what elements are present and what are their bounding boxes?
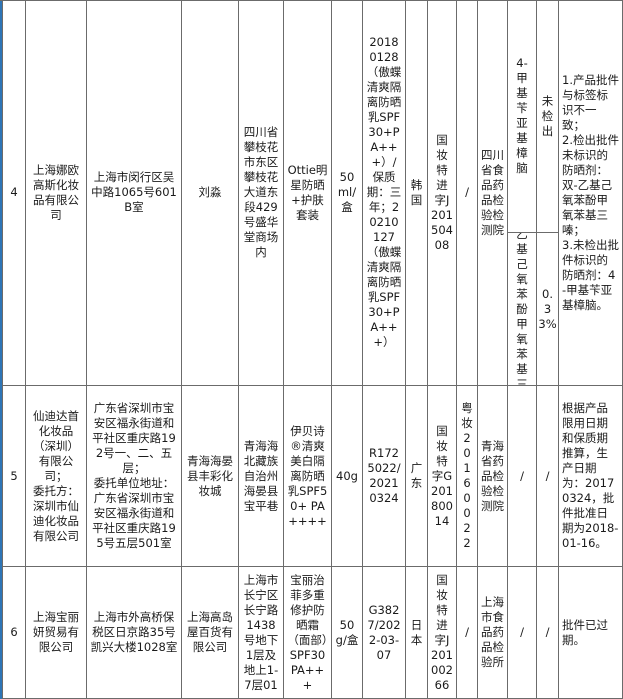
remark-cell: 1.产品批件与标签标识不一致； 2.检出批件未标识的防晒剂：双-乙基己氧苯酚甲氧… — [559, 0, 623, 386]
license-cell: 国妆特进字J20150408 — [428, 0, 457, 386]
table-row-6: 6 — [3, 567, 26, 699]
permit-cell: 粤妆20160022 — [457, 386, 478, 567]
company-address-cell: 上海市闵行区吴中路1065号601B室 — [87, 0, 182, 386]
test-item-cell: 双-乙基己氧苯酚甲氧苯基三嗪 — [508, 233, 537, 386]
row-number: 4 — [10, 185, 18, 199]
license-cell: 国妆特字G20180014 — [428, 386, 457, 567]
origin-cell: 广东 — [406, 386, 428, 567]
remark-cell: 根据产品限用日期和保质期推算，生产日期为：20170324，批件批准日期为201… — [559, 386, 623, 567]
company-address-cell: 上海市外高桥保税区日京路35号凯兴大楼1028室 — [87, 567, 182, 699]
origin-cell: 日本 — [406, 567, 428, 699]
sampling-address-cell: 青海海北藏族自治州海晏县宝平巷 — [239, 386, 284, 567]
contact-cell: 刘淼 — [182, 0, 239, 386]
permit-cell: / — [457, 0, 478, 386]
contact-cell: 上海高岛屋百货有限公司 — [182, 567, 239, 699]
spec-cell: 50g/盒 — [332, 567, 363, 699]
spec-cell: 40g — [332, 386, 363, 567]
table-row-5: 5 — [3, 386, 26, 567]
inspector-cell: 上海市食品药品检验所 — [478, 567, 508, 699]
company-name-cell: 仙迪达首化妆品（深圳）有限公司； 委托方：深圳市仙迪化妆品有限公司 — [26, 386, 87, 567]
product-name-cell: 伊贝诗®清爽美白隔离防晒乳SPF50+ PA++++ — [284, 386, 332, 567]
license-cell: 国妆特进字J20100266 — [428, 567, 457, 699]
test-item-cell: / — [508, 386, 537, 567]
test-result-cell: / — [537, 567, 559, 699]
test-item-cell: / — [508, 567, 537, 699]
product-name-cell: 宝丽治菲多重修护防晒霜（面部）SPF30 PA+++ — [284, 567, 332, 699]
contact-cell: 青海海晏县丰彩化妆城 — [182, 386, 239, 567]
test-item-cell: 4-甲基苄亚基樟脑 — [508, 0, 537, 233]
sampling-address-cell: 上海市长宁区长宁路1438号地下1层及地上1-7层01 — [239, 567, 284, 699]
company-name-cell: 上海宝丽妍贸易有限公司 — [26, 567, 87, 699]
spec-cell: 50ml/盒 — [332, 0, 363, 386]
batch-cell: 20180128（傲蝶清爽隔离防晒乳SPF30+PA+++）/保质期：三年；20… — [363, 0, 406, 386]
remark-cell: 批件已过期。 — [559, 567, 623, 699]
permit-cell: / — [457, 567, 478, 699]
table-row-4: 4 — [3, 0, 26, 386]
origin-cell: 韩国 — [406, 0, 428, 386]
inspector-cell: 青海省药品检验检测院 — [478, 386, 508, 567]
test-result-cell: 未检出 — [537, 0, 559, 233]
test-result-cell: / — [537, 386, 559, 567]
row-number: 6 — [10, 625, 18, 639]
company-name-cell: 上海娜欧高斯化妆品有限公司 — [26, 0, 87, 386]
batch-cell: G3827/2022-03-07 — [363, 567, 406, 699]
company-address-cell: 广东省深圳市宝安区福永街道和平社区重庆路192号一、二、五层； 委托单位地址：广… — [87, 386, 182, 567]
row-number: 5 — [10, 468, 18, 483]
inspector-cell: 四川省食品药品检验检测院 — [478, 0, 508, 386]
batch-cell: R1725022/20210324 — [363, 386, 406, 567]
product-name-cell: Ottie明星防晒+护肤套装 — [284, 0, 332, 386]
test-result-cell: 0.33% — [537, 233, 559, 386]
sampling-address-cell: 四川省攀枝花市东区攀枝花大道东段429号盛华堂商场内 — [239, 0, 284, 386]
